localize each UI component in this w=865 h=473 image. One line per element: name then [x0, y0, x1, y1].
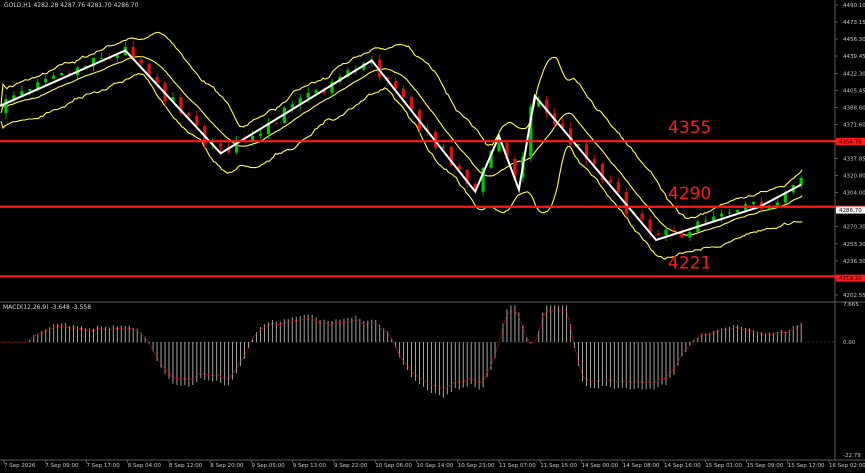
candle-body	[704, 220, 708, 222]
candle-body	[52, 75, 56, 79]
candle-body	[155, 77, 159, 83]
candle-body	[258, 133, 263, 136]
time-tick-label: 15 Sep 17:00	[788, 463, 825, 469]
time-tick-label: 9 Sep 05:00	[252, 463, 286, 469]
level-label: 4290	[668, 184, 711, 204]
price-tick-label: 4388.60	[843, 105, 865, 111]
candle-body	[99, 57, 103, 59]
candle-body	[306, 92, 310, 98]
time-tick-label: 10 Sep 06:00	[375, 463, 412, 469]
candle-body	[672, 229, 676, 231]
candle-body	[656, 233, 660, 236]
candle-body	[219, 143, 223, 147]
candle-body	[497, 142, 501, 152]
time-tick-label: 10 Sep 14:00	[417, 463, 454, 469]
candle-body	[195, 115, 199, 127]
time-tick-label: 9 Sep 13:00	[293, 463, 327, 469]
macd-tick-label: 7.665	[843, 302, 859, 308]
candle-body	[44, 78, 48, 83]
time-tick-label: 14 Sep 00:00	[582, 463, 619, 469]
candle-body	[274, 122, 278, 124]
price-tick-label: 4405.45	[843, 88, 865, 94]
candle-body	[401, 88, 406, 97]
price-chart[interactable]: 4355 4290 4221 4490.10 4473.15 4456.30 4439.4…	[0, 0, 865, 469]
candle-body	[751, 201, 756, 205]
candle-body	[664, 229, 668, 236]
time-tick-label: 7 Sep 09:00	[45, 463, 79, 469]
price-tick-label: 4473.15	[843, 20, 865, 26]
candle-body	[616, 182, 620, 193]
price-tick-label: 4490.10	[843, 3, 865, 9]
time-tick-label: 8 Sep 04:00	[128, 463, 162, 469]
candle-body	[394, 80, 398, 89]
candle-body	[608, 180, 612, 183]
candle-body	[187, 113, 191, 116]
time-tick-label: 8 Sep 12:00	[169, 463, 203, 469]
time-tick-label: 10 Sep 23:00	[458, 463, 495, 469]
price-tick-label: 4337.85	[843, 156, 865, 162]
candle-body	[290, 104, 294, 108]
price-tick-label: 4270.30	[843, 225, 865, 231]
time-tick-label: 8 Sep 20:00	[210, 463, 244, 469]
candle-body	[20, 90, 24, 96]
time-tick-label: 14 Sep 08:00	[623, 463, 660, 469]
chart-window[interactable]: 4355 4290 4221 4490.10 4473.15 4456.30 4439.4…	[0, 0, 865, 469]
candle-body	[592, 159, 597, 164]
candle-body	[4, 99, 8, 113]
price-tick-label: 4439.45	[843, 54, 865, 60]
level-label: 4221	[668, 253, 711, 273]
level-price-tag-label: 4219.20	[839, 276, 862, 282]
candle-body	[314, 90, 318, 93]
time-tick-label: 14 Sep 16:00	[664, 463, 701, 469]
candle-body	[115, 55, 119, 58]
candle-body	[60, 72, 64, 76]
price-tick-label: 4304.00	[843, 191, 865, 197]
price-tick-label: 4456.30	[843, 37, 865, 43]
price-tick-label: 4236.30	[843, 259, 865, 265]
price-tick-label: 4320.80	[843, 174, 865, 180]
price-tick-label: 4253.30	[843, 242, 865, 248]
time-tick-label: 7 Sep 2026	[4, 463, 36, 469]
candle-body	[799, 177, 803, 185]
current-price-label: 4286.70	[839, 208, 862, 214]
candle-body	[720, 213, 724, 217]
time-tick-label: 15 Sep 09:00	[747, 463, 784, 469]
candle-body	[688, 232, 692, 238]
macd-tick-label: -22.79	[843, 453, 861, 459]
candle-body	[735, 210, 740, 213]
candle-body	[640, 213, 644, 220]
time-tick-label: 15 Sep 01:00	[705, 463, 742, 469]
time-tick-label: 7 Sep 17:00	[87, 463, 121, 469]
macd-header: MACD(12,26,9) -3.648 -3.558	[3, 304, 91, 311]
price-tick-label: 4371.60	[843, 122, 865, 128]
time-tick-label: 11 Sep 15:00	[540, 463, 577, 469]
candle-body	[712, 216, 716, 221]
macd-tick-label: 0.00	[843, 340, 856, 346]
candle-body	[728, 212, 732, 214]
symbol-header: GOLD,H1 4282.28 4287.76 4281.70 4286.70	[4, 2, 139, 9]
time-tick-label: 9 Sep 22:00	[334, 463, 368, 469]
level-label: 4355	[668, 118, 711, 138]
level-price-tag-label: 4354.70	[839, 140, 862, 146]
candle-body	[775, 202, 779, 206]
candle-body	[28, 89, 32, 91]
time-tick-label: 16 Sep 02:00	[829, 463, 865, 469]
time-tick-label: 11 Sep 07:00	[499, 463, 536, 469]
candle-body	[139, 59, 143, 64]
candle-body	[441, 146, 445, 148]
price-tick-label: 4202.55	[843, 293, 865, 299]
price-tick-label: 4422.30	[843, 71, 865, 77]
